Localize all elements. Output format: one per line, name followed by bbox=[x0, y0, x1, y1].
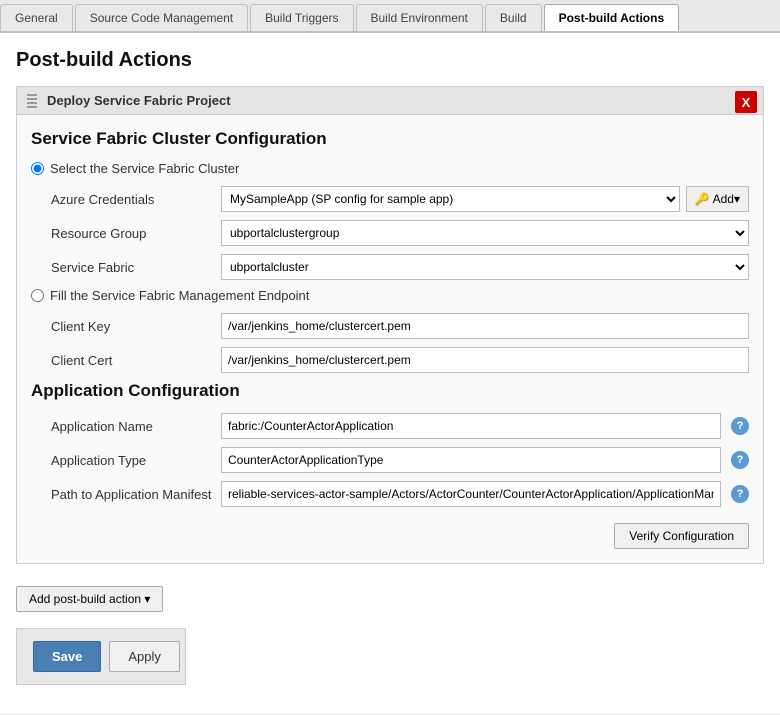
add-credentials-button[interactable]: 🔑 Add▾ bbox=[686, 186, 749, 212]
app-name-control: ? bbox=[221, 413, 749, 439]
app-type-control: ? bbox=[221, 447, 749, 473]
add-credentials-label: Add▾ bbox=[713, 192, 740, 206]
service-fabric-label: Service Fabric bbox=[51, 260, 221, 275]
main-content: Post-build Actions Deploy Service Fabric… bbox=[0, 33, 780, 713]
app-config-section: Application Configuration Application Na… bbox=[31, 381, 749, 549]
client-key-row: Client Key bbox=[31, 313, 749, 339]
add-action-bar: Add post-build action ▾ bbox=[16, 578, 764, 620]
resource-group-control: ubportalclustergroup bbox=[221, 220, 749, 246]
tab-scm[interactable]: Source Code Management bbox=[75, 4, 248, 31]
radio-select-cluster[interactable]: Select the Service Fabric Cluster bbox=[31, 161, 749, 176]
service-fabric-select[interactable]: ubportalcluster bbox=[222, 255, 748, 279]
panel-header: Deploy Service Fabric Project bbox=[17, 87, 763, 115]
manifest-help-icon[interactable]: ? bbox=[731, 485, 749, 503]
service-fabric-control: ubportalcluster bbox=[221, 254, 749, 280]
tab-general[interactable]: General bbox=[0, 4, 73, 31]
resource-group-label: Resource Group bbox=[51, 226, 221, 241]
app-type-row: Application Type ? bbox=[31, 447, 749, 473]
apply-button[interactable]: Apply bbox=[109, 641, 180, 672]
radio-select-cluster-label: Select the Service Fabric Cluster bbox=[50, 161, 239, 176]
page-title: Post-build Actions bbox=[16, 49, 764, 72]
app-config-title: Application Configuration bbox=[31, 381, 749, 401]
client-cert-label: Client Cert bbox=[51, 353, 221, 368]
radio-select-cluster-input[interactable] bbox=[31, 162, 44, 175]
resource-group-select[interactable]: ubportalclustergroup bbox=[222, 221, 748, 245]
app-name-help-icon[interactable]: ? bbox=[731, 417, 749, 435]
resource-group-select-wrap[interactable]: ubportalclustergroup bbox=[221, 220, 749, 246]
save-apply-bar: Save Apply bbox=[16, 628, 186, 685]
save-button[interactable]: Save bbox=[33, 641, 101, 672]
app-type-help-icon[interactable]: ? bbox=[731, 451, 749, 469]
cluster-config-title: Service Fabric Cluster Configuration bbox=[31, 129, 749, 149]
app-name-label: Application Name bbox=[51, 419, 221, 434]
tab-post-build-actions[interactable]: Post-build Actions bbox=[544, 4, 680, 31]
client-cert-row: Client Cert bbox=[31, 347, 749, 373]
manifest-input[interactable] bbox=[221, 481, 721, 507]
app-type-label: Application Type bbox=[51, 453, 221, 468]
panel-body: Service Fabric Cluster Configuration Sel… bbox=[17, 115, 763, 563]
app-type-input[interactable] bbox=[221, 447, 721, 473]
radio-fill-endpoint-input[interactable] bbox=[31, 289, 44, 302]
client-key-input[interactable] bbox=[221, 313, 749, 339]
service-fabric-row: Service Fabric ubportalcluster bbox=[31, 254, 749, 280]
tab-build-triggers[interactable]: Build Triggers bbox=[250, 4, 353, 31]
radio-fill-endpoint[interactable]: Fill the Service Fabric Management Endpo… bbox=[31, 288, 749, 303]
client-cert-input[interactable] bbox=[221, 347, 749, 373]
app-name-input[interactable] bbox=[221, 413, 721, 439]
manifest-label: Path to Application Manifest bbox=[51, 487, 221, 502]
client-cert-control bbox=[221, 347, 749, 373]
tab-build[interactable]: Build bbox=[485, 4, 542, 31]
manifest-control: ? bbox=[221, 481, 749, 507]
deploy-panel: Deploy Service Fabric Project X Service … bbox=[16, 86, 764, 564]
azure-credentials-control: MySampleApp (SP config for sample app) 🔑… bbox=[221, 186, 749, 212]
radio-fill-endpoint-label: Fill the Service Fabric Management Endpo… bbox=[50, 288, 309, 303]
tab-bar: General Source Code Management Build Tri… bbox=[0, 0, 780, 33]
azure-credentials-select[interactable]: MySampleApp (SP config for sample app) bbox=[222, 187, 679, 211]
panel-close-button[interactable]: X bbox=[735, 91, 757, 113]
service-fabric-select-wrap[interactable]: ubportalcluster bbox=[221, 254, 749, 280]
azure-credentials-row: Azure Credentials MySampleApp (SP config… bbox=[31, 186, 749, 212]
panel-title: Deploy Service Fabric Project bbox=[47, 93, 231, 108]
azure-credentials-label: Azure Credentials bbox=[51, 192, 221, 207]
client-key-label: Client Key bbox=[51, 319, 221, 334]
verify-config-button[interactable]: Verify Configuration bbox=[614, 523, 749, 549]
azure-credentials-select-wrap[interactable]: MySampleApp (SP config for sample app) bbox=[221, 186, 680, 212]
drag-handle bbox=[27, 94, 37, 108]
key-icon: 🔑 bbox=[695, 192, 710, 206]
app-name-row: Application Name ? bbox=[31, 413, 749, 439]
tab-build-environment[interactable]: Build Environment bbox=[356, 4, 483, 31]
client-key-control bbox=[221, 313, 749, 339]
add-post-build-action-button[interactable]: Add post-build action ▾ bbox=[16, 586, 163, 612]
manifest-row: Path to Application Manifest ? bbox=[31, 481, 749, 507]
resource-group-row: Resource Group ubportalclustergroup bbox=[31, 220, 749, 246]
